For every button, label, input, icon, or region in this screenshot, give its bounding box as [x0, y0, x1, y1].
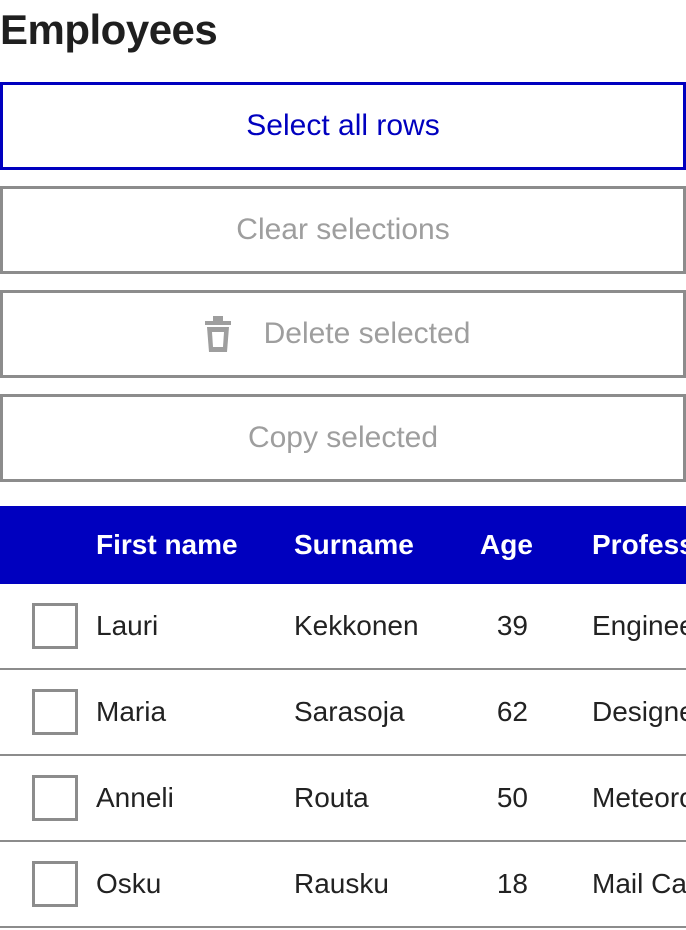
- trash-icon: [204, 315, 232, 353]
- cell-surname: Kekkonen: [294, 610, 419, 641]
- cell-profession: Enginee: [592, 610, 686, 641]
- row-checkbox[interactable]: [32, 861, 78, 907]
- row-checkbox[interactable]: [32, 689, 78, 735]
- clear-selections-button[interactable]: Clear selections: [0, 186, 686, 274]
- copy-selected-label: Copy selected: [247, 421, 439, 454]
- cell-age: 18: [496, 868, 528, 899]
- select-all-rows-label: Select all rows: [246, 109, 440, 142]
- select-all-rows-button[interactable]: Select all rows: [0, 82, 686, 170]
- copy-selected-button[interactable]: Copy selected: [0, 394, 686, 482]
- cell-first-name: Maria: [96, 696, 167, 727]
- cell-first-name: Osku: [96, 868, 162, 899]
- cell-age: 39: [496, 610, 528, 641]
- cell-profession: Mail Car: [592, 868, 686, 899]
- cell-age: 62: [496, 696, 528, 727]
- cell-first-name: Lauri: [96, 610, 159, 641]
- row-checkbox[interactable]: [32, 775, 78, 821]
- table-row[interactable]: Maria Sarasoja 62 Designe: [0, 670, 686, 756]
- employees-table: First name Surname Age Profess Lauri Kek…: [0, 506, 686, 928]
- table-row[interactable]: Lauri Kekkonen 39 Enginee: [0, 584, 686, 670]
- table-header-row: First name Surname Age Profess: [0, 506, 686, 584]
- header-age[interactable]: Age: [480, 506, 533, 584]
- cell-profession: Meteoro: [592, 782, 686, 813]
- row-checkbox[interactable]: [32, 603, 78, 649]
- header-first-name[interactable]: First name: [96, 506, 238, 584]
- table-row[interactable]: Anneli Routa 50 Meteoro: [0, 756, 686, 842]
- page-title: Employees: [0, 6, 218, 53]
- delete-selected-label: Delete selected: [263, 317, 471, 350]
- cell-surname: Rausku: [294, 868, 389, 899]
- header-profession[interactable]: Profess: [592, 506, 686, 584]
- clear-selections-label: Clear selections: [236, 213, 450, 246]
- header-surname[interactable]: Surname: [294, 506, 414, 584]
- cell-profession: Designe: [592, 696, 686, 727]
- delete-selected-button[interactable]: Delete selected: [0, 290, 686, 378]
- cell-first-name: Anneli: [96, 782, 174, 813]
- cell-surname: Routa: [294, 782, 369, 813]
- cell-surname: Sarasoja: [294, 696, 405, 727]
- cell-age: 50: [496, 782, 528, 813]
- table-row[interactable]: Osku Rausku 18 Mail Car: [0, 842, 686, 928]
